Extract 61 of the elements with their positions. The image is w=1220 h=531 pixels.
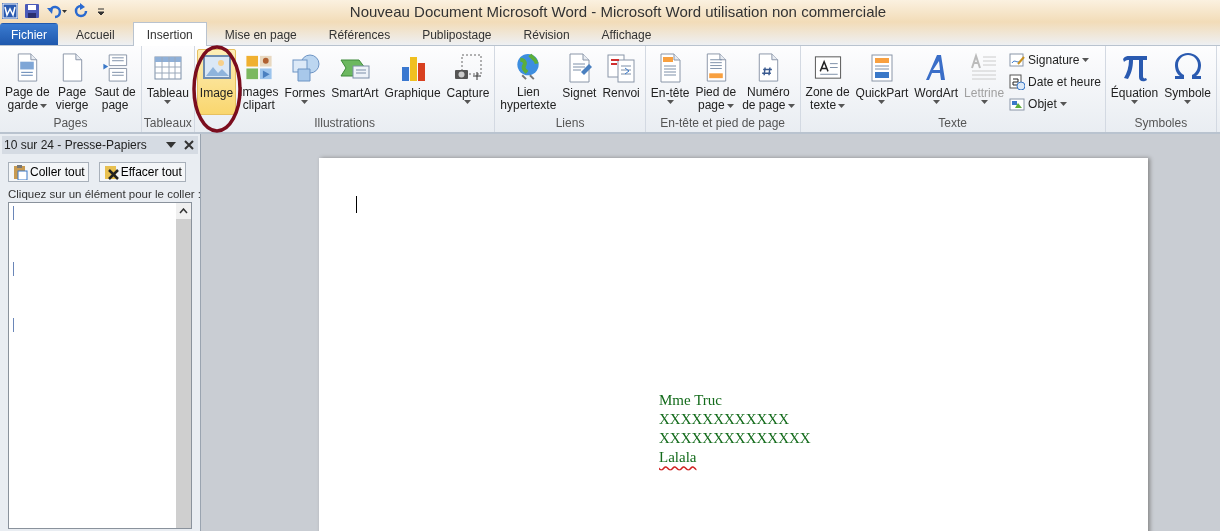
group-label: Liens	[554, 116, 586, 132]
ribbon-tab[interactable]: Révision	[509, 23, 584, 45]
ribbon-button[interactable]: Pied de page	[692, 49, 740, 115]
ribbon-button[interactable]: Image	[196, 49, 237, 115]
save-icon[interactable]	[24, 3, 40, 19]
word-logo-icon[interactable]	[2, 3, 18, 19]
document-line: Lalala	[659, 448, 697, 467]
ribbon-button[interactable]: Page vierge	[52, 49, 92, 115]
scroll-up-icon[interactable]	[176, 203, 191, 219]
scrollbar[interactable]	[176, 203, 191, 528]
ribbon-button[interactable]: QuickPart	[852, 49, 912, 115]
ribbon-button[interactable]: Renvoi	[599, 49, 643, 115]
document-line: XXXXXXXXXXXX	[659, 410, 789, 429]
pane-hint: Cliquez sur un élément pour le coller :	[7, 187, 198, 202]
ribbon-button[interactable]: Symbole	[1161, 49, 1214, 115]
ribbon-button[interactable]: Date et heure	[1007, 72, 1103, 92]
document-line: Mme Truc	[659, 391, 722, 410]
ribbon-button[interactable]: Saut de page	[91, 49, 139, 115]
window-title: Nouveau Document Microsoft Word - Microsoft Word utilisation non commerciale	[348, 2, 888, 20]
ribbon-tab[interactable]: Références	[314, 23, 405, 45]
group-label: Texte	[937, 116, 969, 132]
ribbon-button[interactable]: En-tête	[647, 49, 693, 115]
ribbon-button[interactable]: Capture	[443, 49, 493, 115]
group-label: Tableaux	[143, 116, 192, 132]
close-icon[interactable]	[184, 140, 194, 150]
group-label: En-tête et pied de page	[659, 116, 787, 132]
ribbon-button[interactable]: Page de garde	[2, 49, 53, 115]
ribbon-button[interactable]: SmartArt	[328, 49, 382, 115]
group-label: Pages	[52, 116, 89, 132]
text-cursor	[356, 196, 357, 213]
ribbon-tab[interactable]: Insertion	[132, 22, 207, 46]
ribbon-button[interactable]: Graphique	[381, 49, 444, 115]
group-label: Illustrations	[313, 116, 376, 132]
clear-all-button[interactable]: Effacer tout	[98, 162, 186, 182]
ribbon-tab[interactable]: Mise en page	[210, 23, 311, 45]
ribbon-button[interactable]: Objet	[1007, 94, 1103, 114]
ribbon-button[interactable]: WordArt	[911, 49, 962, 115]
document-line: XXXXXXXXXXXXXX	[659, 429, 811, 448]
ribbon-button[interactable]: Tableau	[143, 49, 192, 115]
ribbon-button[interactable]: Formes	[281, 49, 329, 115]
clear-icon	[102, 164, 119, 180]
object-icon	[1009, 96, 1026, 112]
ribbon-button[interactable]: Lien hypertexte	[497, 49, 560, 115]
file-tab[interactable]: Fichier	[0, 23, 58, 45]
pane-options-icon[interactable]	[166, 141, 176, 149]
ribbon-button[interactable]: Équation	[1107, 49, 1162, 115]
ribbon-tab[interactable]: Accueil	[62, 23, 129, 45]
group-label: Symboles	[1133, 116, 1189, 132]
redo-icon[interactable]	[74, 3, 90, 19]
ribbon-button[interactable]: Signature	[1007, 50, 1103, 70]
ribbon-button[interactable]: Zone de texte	[802, 49, 853, 115]
paste-all-button[interactable]: Coller tout	[8, 162, 89, 182]
ribbon-tab[interactable]: Publipostage	[408, 23, 506, 45]
paste-icon	[12, 164, 28, 180]
undo-icon[interactable]	[46, 3, 68, 19]
date-time-icon	[1009, 74, 1026, 90]
ribbon-button[interactable]: Numéro de page	[739, 49, 798, 115]
ribbon-button[interactable]: Signet	[559, 49, 600, 115]
pane-title: 10 sur 24 - Presse-Papiers	[4, 138, 148, 152]
ribbon-tab[interactable]: Affichage	[587, 23, 666, 45]
cross-reference-icon	[605, 52, 638, 84]
